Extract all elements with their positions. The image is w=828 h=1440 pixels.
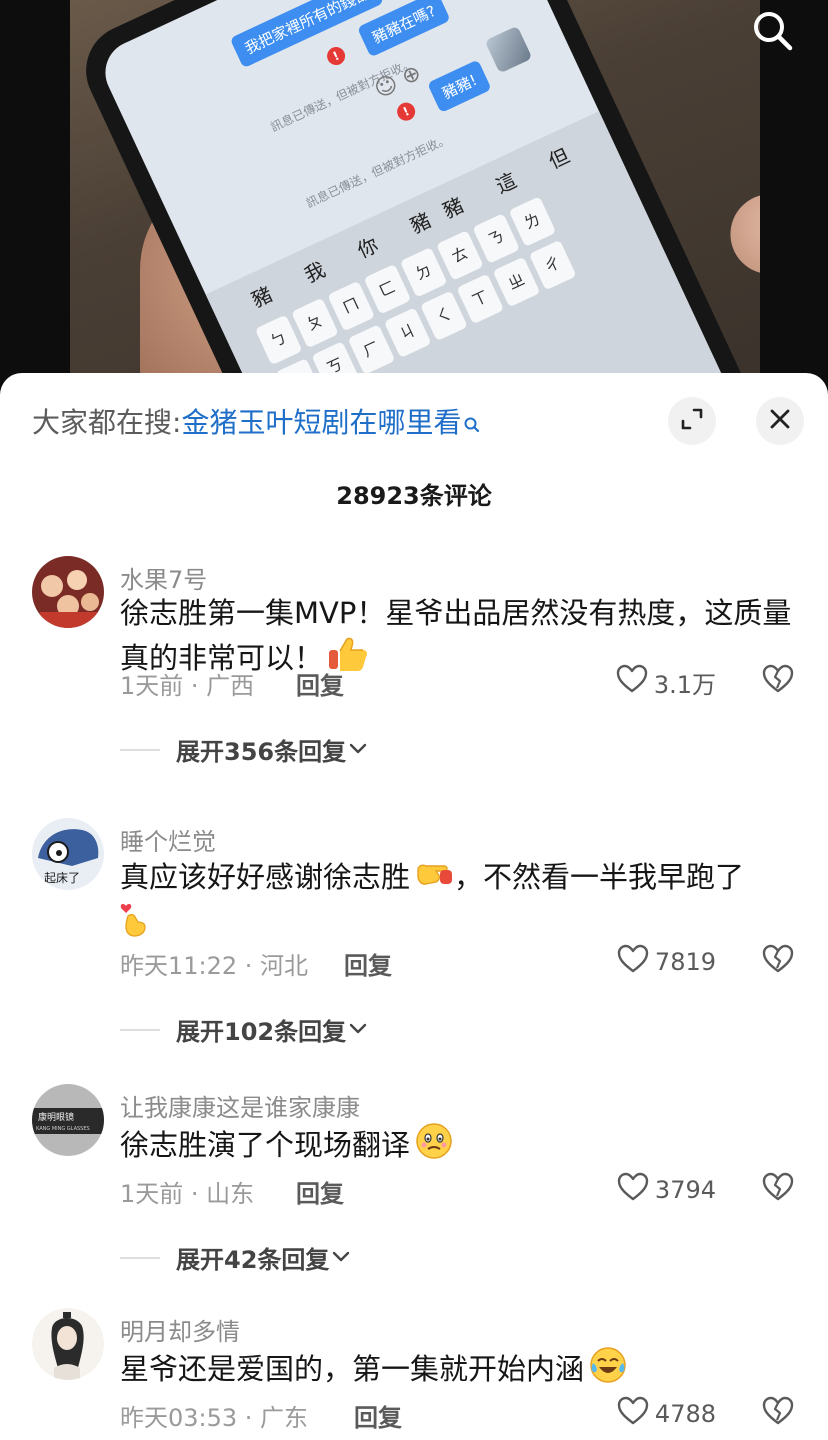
video-keyboard: 豬 我 你 豬豬 這 但 ㄅ ㄆ ㄇ ㄈ ㄉ ㄊ ㄋ ㄌ ㄍ: [205, 111, 736, 400]
comment-text-body: 真应该好好感谢徐志胜: [120, 860, 411, 894]
expand-replies-button[interactable]: 展开356条回复: [120, 732, 370, 767]
video-player[interactable]: 我把家裡所有的錢都 ! 豬豬在嗎? 訊息已傳送，但被對方拒收。 ! 豬豬! ☺ …: [0, 0, 828, 400]
chevron-down-icon: [329, 1246, 353, 1270]
comment-meta: 1天前 · 广西: [120, 672, 255, 700]
comment-username[interactable]: 睡个烂觉: [120, 822, 216, 857]
comment-text-body: 徐志胜演了个现场翻译: [120, 1128, 411, 1162]
pointing-hand-icon: [414, 856, 454, 902]
heart-icon: [617, 1172, 649, 1208]
divider: [120, 1028, 160, 1031]
close-button[interactable]: [756, 397, 804, 445]
comment-username[interactable]: 明月却多情: [120, 1312, 240, 1347]
broken-heart-icon: [762, 1396, 794, 1430]
like-count: 3.1万: [653, 670, 716, 699]
search-suggestion[interactable]: 大家都在搜:金猪玉叶短剧在哪里看: [32, 403, 481, 445]
expand-icon: [679, 406, 705, 436]
comment-text-body-tail: ，不然看一半我早跑了: [454, 860, 745, 894]
comment-text: 星爷还是爱国的，第一集就开始内涵: [120, 1345, 800, 1397]
divider: [120, 748, 160, 751]
dislike-button[interactable]: [762, 1172, 794, 1206]
close-icon: [768, 407, 792, 435]
comment-meta: 1天前 · 山东: [120, 1180, 255, 1208]
expand-replies-label: 展开102条回复: [176, 1018, 347, 1046]
dislike-button[interactable]: [762, 664, 794, 698]
chat-error-icon: !: [394, 99, 419, 124]
comment-username[interactable]: 水果7号: [120, 560, 207, 595]
avatar[interactable]: [32, 1308, 104, 1380]
reply-button[interactable]: 回复: [296, 666, 344, 701]
video-frame: 我把家裡所有的錢都 ! 豬豬在嗎? 訊息已傳送，但被對方拒收。 ! 豬豬! ☺ …: [70, 0, 760, 400]
chat-bubble: 豬豬!: [427, 59, 492, 114]
heart-icon: [616, 664, 648, 700]
like-count: 3794: [654, 1176, 716, 1204]
comment-meta: 昨天03:53 · 广东: [120, 1404, 309, 1432]
broken-heart-icon: [762, 944, 794, 978]
svg-text:康明眼镜: 康明眼镜: [38, 1111, 74, 1123]
reply-button[interactable]: 回复: [344, 946, 392, 981]
expand-replies-button[interactable]: 展开42条回复: [120, 1240, 353, 1275]
expand-replies-button[interactable]: 展开102条回复: [120, 1012, 370, 1047]
comment-count: 28923条评论: [336, 482, 492, 510]
reply-button[interactable]: 回复: [296, 1174, 344, 1209]
comment-meta: 昨天11:22 · 河北: [120, 952, 309, 980]
comment-username[interactable]: 让我康康这是谁家康康: [120, 1088, 360, 1123]
expand-replies-label: 展开42条回复: [176, 1246, 330, 1274]
broken-heart-icon: [762, 664, 794, 698]
like-button[interactable]: 4788: [617, 1396, 716, 1432]
avatar[interactable]: 起床了: [32, 818, 104, 890]
like-count: 4788: [654, 1400, 716, 1428]
puzzled-face-icon: [414, 1121, 454, 1173]
heart-icon: [617, 944, 649, 980]
like-button[interactable]: 7819: [617, 944, 716, 980]
svg-text:KANG MING GLASSES: KANG MING GLASSES: [36, 1126, 90, 1132]
chevron-down-icon: [346, 1018, 370, 1042]
search-suggestion-link[interactable]: 金猪玉叶短剧在哪里看: [181, 406, 461, 439]
chevron-down-icon: [346, 738, 370, 762]
tears-of-joy-icon: [588, 1345, 628, 1397]
expand-sheet-button[interactable]: [668, 397, 716, 445]
dislike-button[interactable]: [762, 944, 794, 978]
like-button[interactable]: 3794: [617, 1172, 716, 1208]
comment-text: 徐志胜演了个现场翻译: [120, 1121, 800, 1173]
like-button[interactable]: 3.1万: [616, 664, 716, 700]
svg-text:起床了: 起床了: [44, 871, 80, 885]
avatar[interactable]: 康明眼镜 KANG MING GLASSES: [32, 1084, 104, 1156]
chat-error-icon: !: [324, 44, 349, 69]
dislike-button[interactable]: [762, 1396, 794, 1430]
search-icon[interactable]: [748, 6, 796, 54]
broken-heart-icon: [762, 1172, 794, 1206]
search-mini-icon: [463, 405, 481, 445]
comment-text-body: 星爷还是爱国的，第一集就开始内涵: [120, 1352, 585, 1386]
douyin-comment-screen: 我把家裡所有的錢都 ! 豬豬在嗎? 訊息已傳送，但被對方拒收。 ! 豬豬! ☺ …: [0, 0, 828, 1440]
avatar[interactable]: [32, 556, 104, 628]
comment-text: 真应该好好感谢徐志胜 ，不然看一半我早跑了: [120, 855, 800, 950]
chat-avatar: [484, 25, 533, 74]
like-count: 7819: [654, 948, 716, 976]
divider: [120, 1256, 160, 1259]
expand-replies-label: 展开356条回复: [176, 738, 347, 766]
heart-icon: [617, 1396, 649, 1432]
comment-sheet: 大家都在搜:金猪玉叶短剧在哪里看 28923条评论 水果7号 徐志胜第一集MVP…: [0, 373, 828, 1440]
reply-button[interactable]: 回复: [354, 1398, 402, 1433]
search-suggestion-prefix: 大家都在搜:: [32, 406, 182, 439]
video-hand-right: [722, 178, 760, 282]
finger-heart-icon: [120, 902, 150, 950]
